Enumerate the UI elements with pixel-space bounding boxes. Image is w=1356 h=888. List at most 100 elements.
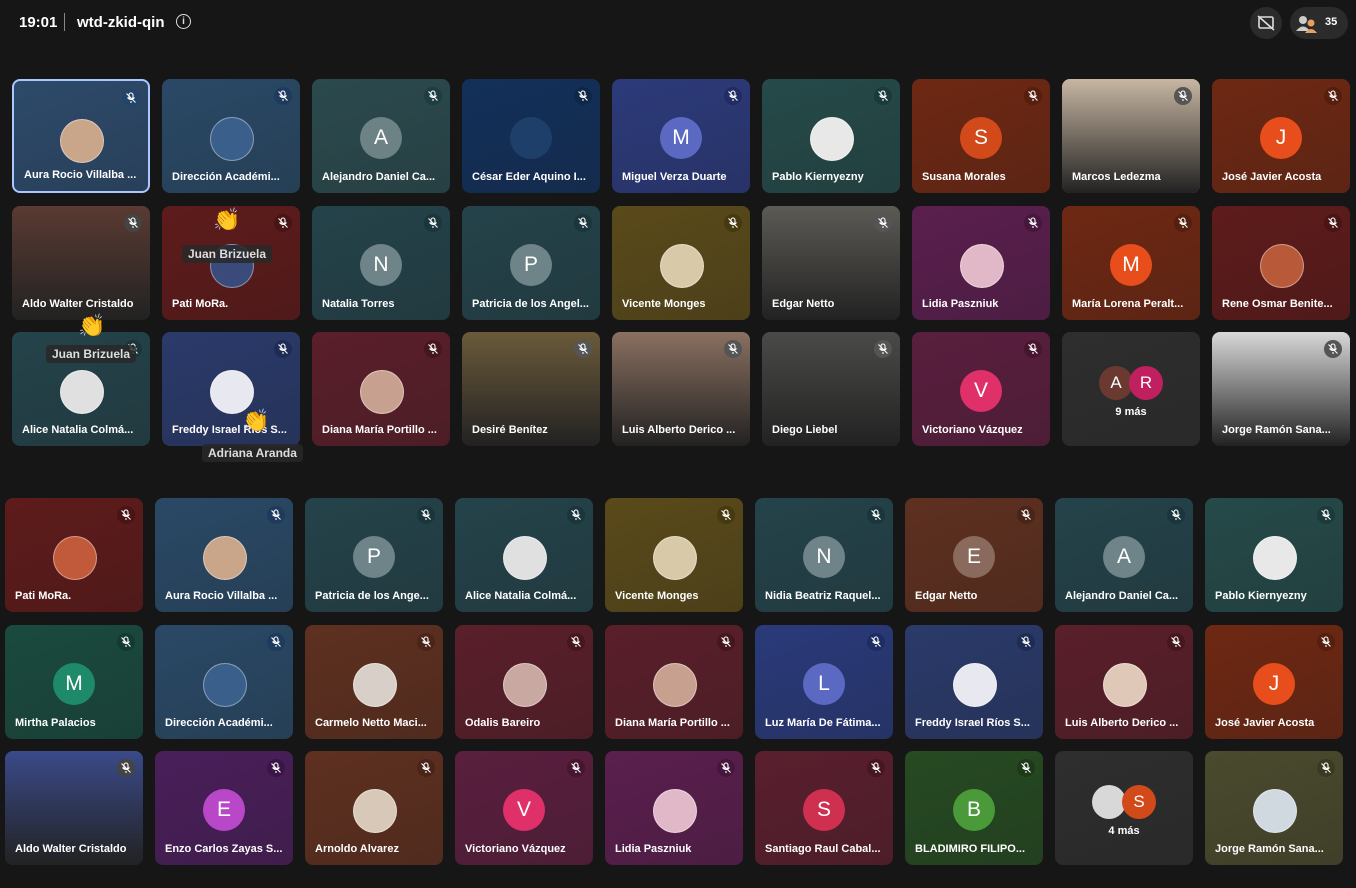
participant-tile[interactable]: Aura Rocio Villalba ... (155, 498, 293, 612)
info-icon[interactable]: i (176, 14, 191, 29)
participant-tile[interactable]: M María Lorena Peralt... (1062, 205, 1200, 320)
participant-tile[interactable]: Luis Alberto Derico ... (612, 332, 750, 446)
participant-name: Patricia de los Ange... (315, 590, 429, 602)
participant-name: Alice Natalia Colmá... (22, 424, 134, 436)
participant-tile[interactable]: Rene Osmar Benite... (1212, 205, 1350, 320)
participant-tile[interactable]: N Natalia Torres (312, 205, 450, 320)
participant-name: Aldo Walter Cristaldo (15, 843, 127, 855)
participant-tile[interactable]: B BLADIMIRO FILIPO... (905, 751, 1043, 865)
participant-tile[interactable]: Freddy Israel Ríos S... (905, 624, 1043, 739)
participant-tile[interactable]: E Enzo Carlos Zayas S... (155, 751, 293, 865)
mic-off-icon (867, 506, 885, 524)
participant-tile[interactable]: Diana María Portillo ... (312, 332, 450, 446)
participant-tile[interactable]: A Alejandro Daniel Ca... (1055, 498, 1193, 612)
participant-name: Marcos Ledezma (1072, 171, 1161, 183)
participant-avatar (203, 662, 247, 707)
participant-avatar (203, 536, 247, 580)
participant-avatar: E (203, 789, 245, 831)
participant-name: Pablo Kiernyezny (1215, 590, 1307, 602)
participant-tile[interactable]: Aura Rocio Villalba ... (12, 79, 150, 193)
participant-name: Diana María Portillo ... (322, 424, 437, 436)
people-button[interactable]: 35 (1290, 7, 1348, 39)
participant-tile[interactable]: Jorge Ramón Sana... (1212, 332, 1350, 446)
mic-off-icon (1174, 87, 1192, 105)
participant-tile[interactable]: Odalis Bareiro (455, 624, 593, 739)
participant-tile[interactable]: J José Javier Acosta (1205, 624, 1343, 739)
participant-tile[interactable]: Freddy Israel Ríos S... (162, 332, 300, 446)
participant-tile[interactable]: J José Javier Acosta (1212, 79, 1350, 193)
mic-off-icon (417, 632, 435, 651)
participant-avatar (810, 117, 854, 161)
participant-tile[interactable]: P Patricia de los Ange... (305, 498, 443, 612)
mic-off-icon (1167, 632, 1185, 651)
participant-tile[interactable]: Vicente Monges (605, 498, 743, 612)
participant-avatar (503, 662, 547, 707)
participant-tile[interactable]: P Patricia de los Angel... (462, 205, 600, 320)
mic-off-icon (1017, 506, 1035, 524)
participant-tile[interactable]: César Eder Aquino I... (462, 79, 600, 193)
participant-name: Nidia Beatriz Raquel... (765, 590, 881, 602)
participant-tile[interactable]: Pablo Kiernyezny (762, 79, 900, 193)
participant-tile[interactable]: Vicente Monges (612, 205, 750, 320)
participant-avatar (653, 789, 697, 833)
participant-tile[interactable]: Carmelo Netto Maci... (305, 624, 443, 739)
people-icon (1296, 16, 1317, 33)
participant-tile[interactable]: Arnoldo Alvarez (305, 751, 443, 865)
mic-off-icon (1174, 213, 1192, 232)
more-participants-tile[interactable]: AR 9 más (1062, 332, 1200, 446)
participant-tile[interactable]: Dirección Académi... (155, 624, 293, 739)
participant-avatar (60, 119, 104, 163)
participant-tile[interactable]: Alice Natalia Colmá... (455, 498, 593, 612)
participant-name: Dirección Académi... (165, 716, 273, 729)
participant-tile[interactable]: E Edgar Netto (905, 498, 1043, 612)
present-off-button[interactable] (1250, 7, 1282, 39)
participant-tile[interactable]: Luis Alberto Derico ... (1055, 624, 1193, 739)
participant-tile[interactable]: Dirección Académi... (162, 79, 300, 193)
participant-avatar: A (1103, 536, 1145, 578)
participant-tile[interactable]: V Victoriano Vázquez (912, 332, 1050, 446)
participant-name: Edgar Netto (915, 590, 978, 602)
participant-tile[interactable]: S Susana Morales (912, 79, 1050, 193)
mic-off-icon (1024, 340, 1042, 358)
mic-off-icon (424, 340, 442, 358)
participant-tile[interactable]: Lidia Paszniuk (605, 751, 743, 865)
participant-tile[interactable]: M Miguel Verza Duarte (612, 79, 750, 193)
participant-avatar (1103, 662, 1147, 707)
participant-tile[interactable]: V Victoriano Vázquez (455, 751, 593, 865)
participant-name: Patricia de los Angel... (472, 297, 589, 310)
meeting-time: 19:01 (19, 14, 58, 31)
participant-tile[interactable]: S Santiago Raul Cabal... (755, 751, 893, 865)
participant-tile[interactable]: Lidia Paszniuk (912, 205, 1050, 320)
participant-tile[interactable]: Diana María Portillo ... (605, 624, 743, 739)
participant-tile[interactable]: Desiré Benítez (462, 332, 600, 446)
participant-name: Jorge Ramón Sana... (1222, 424, 1331, 436)
participant-name: Miguel Verza Duarte (622, 171, 727, 183)
present-off-icon (1257, 15, 1275, 31)
participant-tile[interactable]: Jorge Ramón Sana... (1205, 751, 1343, 865)
participant-name: Carmelo Netto Maci... (315, 716, 427, 729)
participant-avatar (960, 243, 1004, 288)
participant-tile[interactable]: Marcos Ledezma (1062, 79, 1200, 193)
participant-tile[interactable]: Edgar Netto (762, 205, 900, 320)
mic-off-icon (874, 340, 892, 358)
mic-off-icon (417, 506, 435, 524)
participant-avatar (353, 789, 397, 833)
participant-avatar (653, 662, 697, 707)
participant-name: Luis Alberto Derico ... (622, 424, 736, 436)
participant-tile[interactable]: Diego Liebel (762, 332, 900, 446)
participant-tile[interactable]: Pablo Kiernyezny (1205, 498, 1343, 612)
participant-tile[interactable]: N Nidia Beatriz Raquel... (755, 498, 893, 612)
participant-tile[interactable]: Aldo Walter Cristaldo (5, 751, 143, 865)
more-participants-tile[interactable]: S 4 más (1055, 751, 1193, 865)
participant-name: María Lorena Peralt... (1072, 297, 1184, 310)
participant-tile[interactable]: M Mirtha Palacios (5, 624, 143, 739)
participant-tile[interactable]: Pati MoRa. (5, 498, 143, 612)
participant-name: Alice Natalia Colmá... (465, 590, 577, 602)
participant-tile[interactable]: A Alejandro Daniel Ca... (312, 79, 450, 193)
participant-tile[interactable]: L Luz María De Fátima... (755, 624, 893, 739)
participant-tile[interactable]: Aldo Walter Cristaldo (12, 205, 150, 320)
participant-name: Natalia Torres (322, 297, 395, 310)
participant-name: Vicente Monges (622, 297, 706, 310)
mic-off-icon (574, 87, 592, 105)
mic-off-icon (1024, 87, 1042, 105)
